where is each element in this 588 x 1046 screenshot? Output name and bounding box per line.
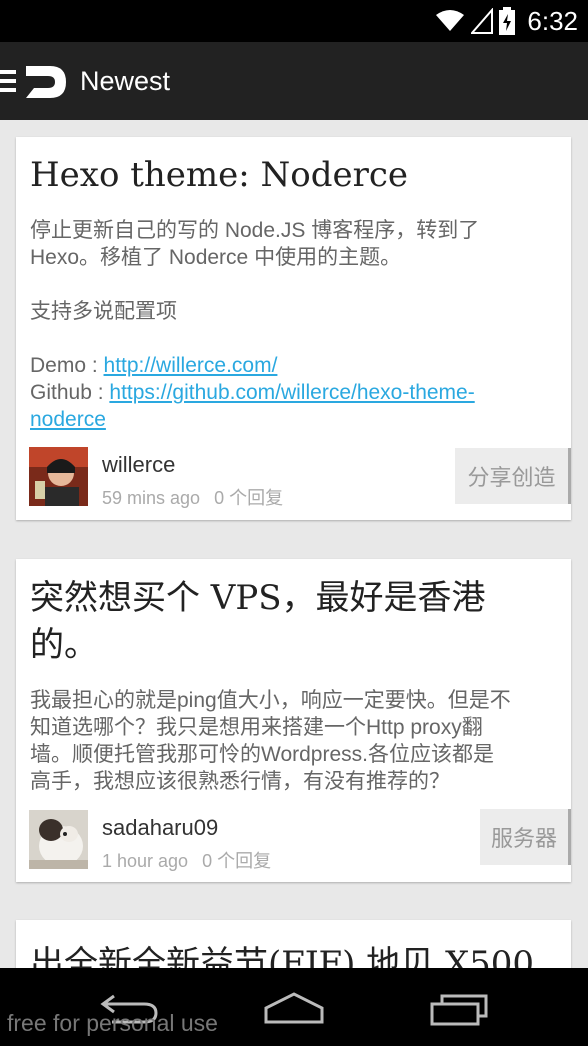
reply-count: 0 个回复 xyxy=(214,488,284,508)
github-line: Github : https://github.com/willerce/hex… xyxy=(30,379,560,406)
page-title: Newest xyxy=(80,66,171,96)
avatar-image xyxy=(29,810,88,869)
status-icons: 6:32 xyxy=(435,6,578,36)
app-bar: Newest xyxy=(0,42,588,120)
avatar-image xyxy=(29,447,88,506)
watermark: free for personal use xyxy=(7,1010,218,1036)
author-name[interactable]: sadaharu09 xyxy=(102,815,218,841)
avatar[interactable] xyxy=(29,810,88,869)
post-card[interactable]: Hexo theme: Noderce 停止更新自己的写的 Node.JS 博客… xyxy=(16,137,571,520)
status-time: 6:32 xyxy=(527,5,578,36)
node-tag-button[interactable]: 服务器 xyxy=(480,809,571,865)
battery-charging-icon xyxy=(499,7,516,35)
status-bar: 6:32 xyxy=(0,0,588,42)
post-body-line: 我最担心的就是ping值大小，响应一定要快。但是不 xyxy=(30,689,511,712)
post-body: 停止更新自己的写的 Node.JS 博客程序，转到了 Hexo。移植了 Node… xyxy=(30,217,560,433)
post-feed[interactable]: Hexo theme: Noderce 停止更新自己的写的 Node.JS 博客… xyxy=(0,120,588,968)
post-body-line: 高手，我想应该很熟悉行情，有没有推荐的？ xyxy=(30,770,450,793)
post-meta: 59 mins ago 0 个回复 xyxy=(102,484,297,510)
post-title[interactable]: 突然想买个 VPS，最好是香港 的。 xyxy=(30,575,486,669)
post-title[interactable]: Hexo theme: Noderce xyxy=(30,155,408,195)
demo-label: Demo : xyxy=(30,354,104,377)
node-tag-button[interactable]: 分享创造 xyxy=(455,448,571,504)
author-name[interactable]: willerce xyxy=(102,452,175,478)
post-body-line: Hexo。移植了 Noderce 中使用的主题。 xyxy=(30,246,402,269)
reply-count: 0 个回复 xyxy=(202,851,272,871)
post-body-line: 墙。顺便托管我那可怜的Wordpress.各位应该都是 xyxy=(30,743,494,766)
post-time: 1 hour ago xyxy=(102,851,189,871)
post-body-line: 支持多说配置项 xyxy=(30,300,177,323)
github-label: Github : xyxy=(30,381,110,404)
post-card[interactable]: 出全新全新益节(FJF) 地贝 X500 xyxy=(16,920,571,968)
recent-apps-icon[interactable] xyxy=(428,992,490,1026)
home-icon[interactable] xyxy=(262,990,326,1026)
wifi-icon xyxy=(436,10,465,31)
demo-line: Demo : http://willerce.com/ xyxy=(30,352,560,379)
github-link[interactable]: https://github.com/willerce/hexo-theme- xyxy=(109,381,474,404)
post-card[interactable]: 突然想买个 VPS，最好是香港 的。 我最担心的就是ping值大小，响应一定要快… xyxy=(16,559,571,882)
post-meta: 1 hour ago 0 个回复 xyxy=(102,847,285,873)
avatar[interactable] xyxy=(29,447,88,506)
post-body: 我最担心的就是ping值大小，响应一定要快。但是不 知道选哪个？我只是想用来搭建… xyxy=(30,687,560,795)
post-title-line: 突然想买个 VPS，最好是香港 xyxy=(30,578,486,618)
github-link-cont[interactable]: noderce xyxy=(30,408,106,431)
menu-icon[interactable] xyxy=(0,68,18,94)
post-time: 59 mins ago xyxy=(102,488,201,508)
post-title-line: 的。 xyxy=(30,625,98,665)
app-logo-icon[interactable] xyxy=(26,66,68,98)
post-body-line: 停止更新自己的写的 Node.JS 博客程序，转到了 xyxy=(30,219,480,242)
post-body-line: 知道选哪个？我只是想用来搭建一个Http proxy翻 xyxy=(30,716,483,739)
post-title[interactable]: 出全新全新益节(FJF) 地贝 X500 xyxy=(30,936,534,968)
github-line-cont: noderce xyxy=(30,406,560,433)
signal-icon xyxy=(471,8,494,34)
demo-link[interactable]: http://willerce.com/ xyxy=(104,354,278,377)
